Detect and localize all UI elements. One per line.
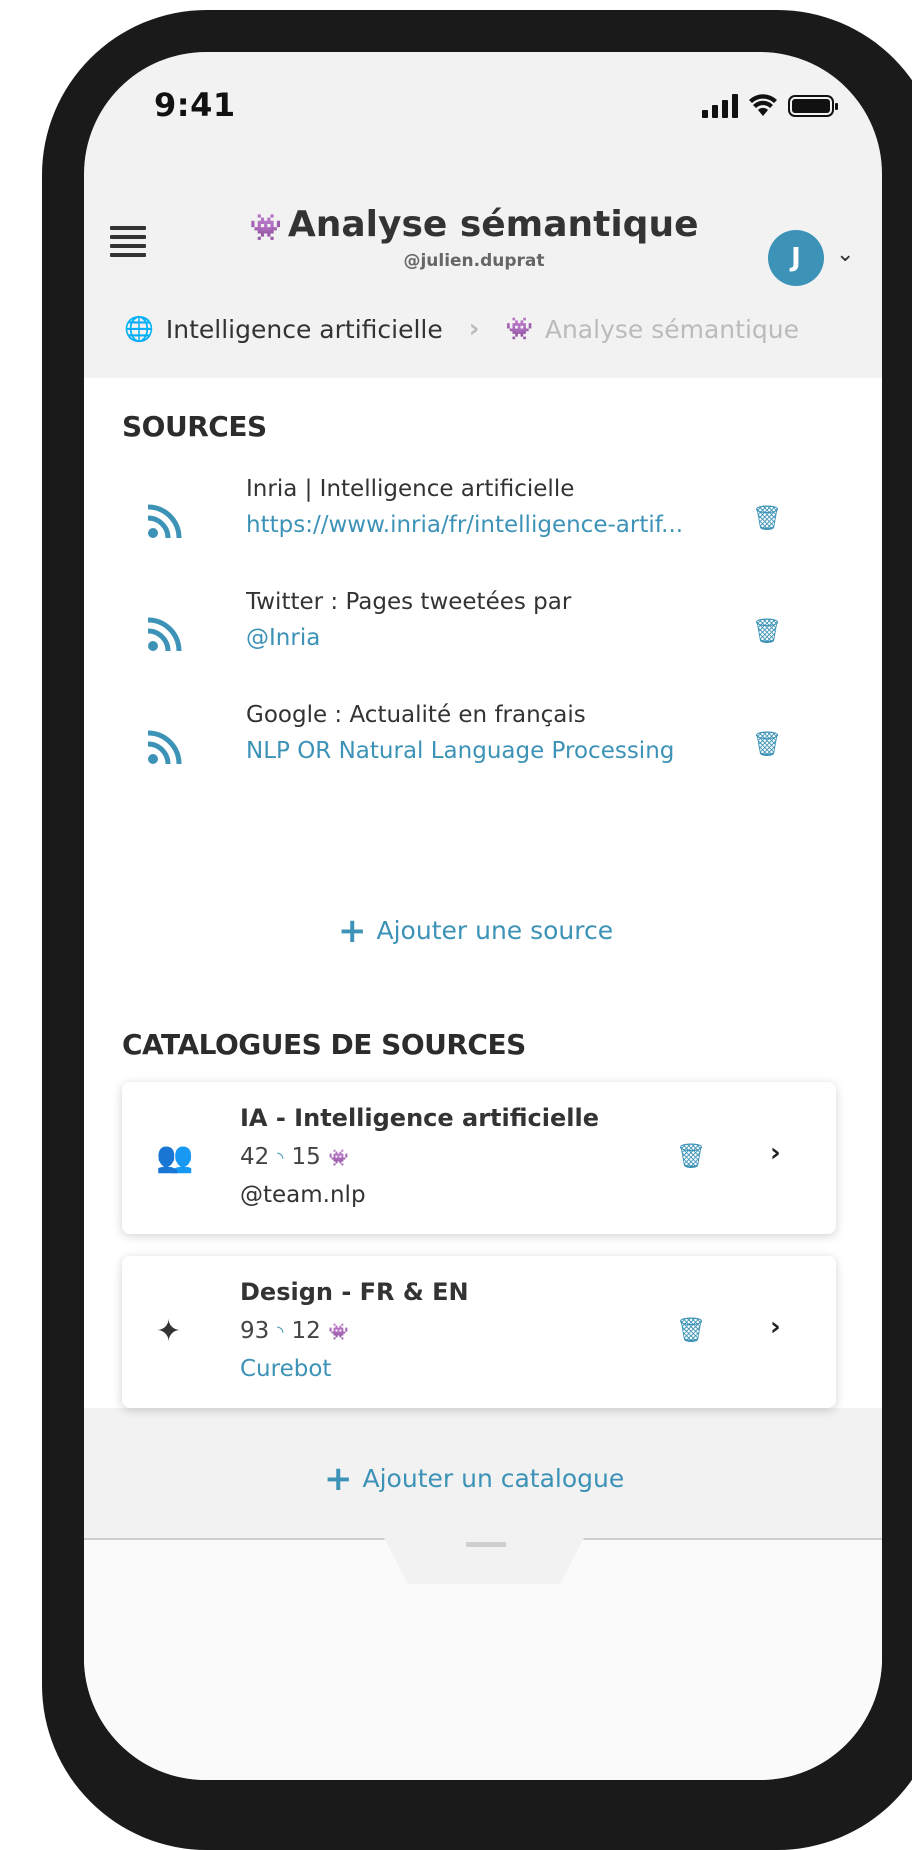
trash-icon[interactable]: 🗑 <box>752 504 782 532</box>
status-time: 9:41 <box>154 86 236 124</box>
wifi-icon <box>749 94 777 116</box>
page-subtitle: @julien.duprat <box>403 251 545 271</box>
app-header: 👾 Analyse sémantique @julien.duprat J ⌄ <box>84 182 882 312</box>
chevron-down-icon[interactable]: ⌄ <box>836 242 854 267</box>
hamburger-menu-icon[interactable] <box>110 226 150 266</box>
sources-heading: SOURCES <box>122 410 267 443</box>
app-screen: 9:41 👾 Analyse sémantique @julien.duprat … <box>84 52 882 1780</box>
catalogue-owner[interactable]: Curebot <box>240 1356 640 1382</box>
source-name: Twitter : Pages tweetées par <box>246 589 572 615</box>
source-link[interactable]: https://www.inria/fr/intelligence-artif.… <box>246 512 726 538</box>
bug-icon: 👾 <box>328 1147 349 1167</box>
source-item[interactable]: Twitter : Pages tweetées par @Inria 🗑 <box>122 589 842 689</box>
chevron-right-icon[interactable]: › <box>770 1312 781 1342</box>
bug-icon: 👾 <box>505 316 533 342</box>
battery-icon <box>788 95 838 117</box>
bug-icon: 👾 <box>249 213 282 243</box>
drawer-handle[interactable] <box>384 1538 584 1584</box>
source-item[interactable]: Google : Actualité en français NLP OR Na… <box>122 702 842 802</box>
breadcrumb-current: Analyse sémantique <box>544 314 799 344</box>
trash-icon[interactable]: 🗑 <box>752 730 782 758</box>
trash-icon[interactable]: 🗑 <box>676 1316 706 1344</box>
source-item[interactable]: Inria | Intelligence artificielle https:… <box>122 476 842 576</box>
bug-icon: 👾 <box>328 1321 349 1341</box>
catalogue-title: IA - Intelligence artificielle <box>240 1104 600 1132</box>
catalogue-owner: @team.nlp <box>240 1182 366 1208</box>
plus-icon: + <box>324 1458 353 1499</box>
rss-icon <box>147 730 182 765</box>
sources-count: 93 <box>240 1318 270 1344</box>
source-name: Google : Actualité en français <box>246 702 586 728</box>
trash-icon[interactable]: 🗑 <box>752 617 782 645</box>
users-icon: 👥 <box>156 1140 194 1175</box>
avatar[interactable]: J <box>768 230 824 286</box>
catalogue-card[interactable]: ✦ Design - FR & EN 93 ◝ 12 👾 Curebot 🗑 › <box>122 1256 836 1408</box>
trash-icon[interactable]: 🗑 <box>676 1142 706 1170</box>
source-link[interactable]: @Inria <box>246 625 726 651</box>
analyses-count: 12 <box>291 1318 321 1344</box>
catalogue-card[interactable]: 👥 IA - Intelligence artificielle 42 ◝ 15… <box>122 1082 836 1234</box>
rss-icon: ◝ <box>277 1147 284 1167</box>
page-title: 👾 Analyse sémantique <box>249 204 699 245</box>
globe-icon: 🌐 <box>124 315 154 343</box>
source-link[interactable]: NLP OR Natural Language Processing <box>246 738 726 764</box>
rss-icon <box>147 504 182 539</box>
rss-icon: ◝ <box>277 1321 284 1341</box>
plus-icon: + <box>338 910 367 951</box>
main-content: SOURCES Inria | Intelligence artificiell… <box>84 378 882 1496</box>
breadcrumb: 🌐 Intelligence artificielle › 👾 Analyse … <box>124 314 799 344</box>
source-name: Inria | Intelligence artificielle <box>246 476 575 502</box>
add-source-button[interactable]: + Ajouter une source <box>338 910 613 951</box>
sources-count: 42 <box>240 1144 270 1170</box>
analyses-count: 15 <box>291 1144 321 1170</box>
chevron-right-icon: › <box>468 314 480 344</box>
catalogue-title: Design - FR & EN <box>240 1278 469 1306</box>
breadcrumb-root[interactable]: Intelligence artificielle <box>166 315 443 344</box>
catalogues-heading: CATALOGUES DE SOURCES <box>122 1028 526 1061</box>
chevron-right-icon[interactable]: › <box>770 1138 781 1168</box>
add-catalogue-button[interactable]: + Ajouter un catalogue <box>324 1458 624 1499</box>
catalogue-stats: 42 ◝ 15 👾 <box>240 1144 640 1170</box>
rss-icon <box>147 617 182 652</box>
cellular-signal-icon <box>702 94 738 118</box>
status-bar: 9:41 <box>84 52 882 172</box>
catalogue-stats: 93 ◝ 12 👾 <box>240 1318 640 1344</box>
sparkles-icon: ✦ <box>156 1314 182 1349</box>
